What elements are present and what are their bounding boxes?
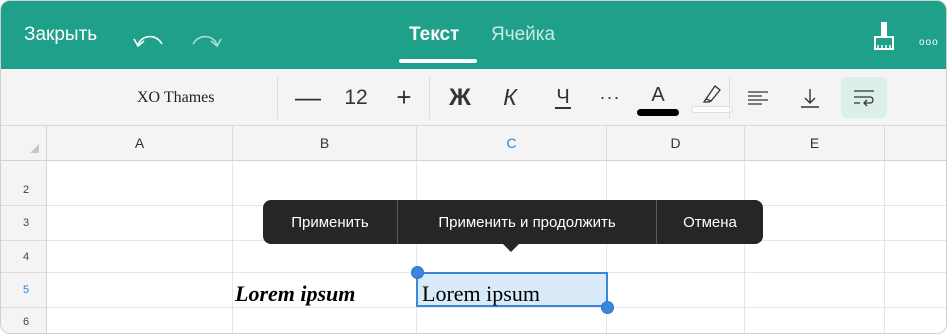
highlight-swatch: [691, 106, 733, 113]
toolbar-divider: [729, 77, 730, 119]
more-formatting-button[interactable]: ···: [595, 69, 625, 126]
select-all-corner[interactable]: [1, 126, 47, 161]
italic-button[interactable]: К: [493, 69, 527, 126]
font-color-swatch: [637, 108, 679, 116]
align-left-button[interactable]: [741, 69, 775, 126]
text-wrap-button[interactable]: [841, 77, 887, 118]
cell-c5-text[interactable]: Lorem ipsum: [422, 281, 540, 307]
font-color-letter: A: [651, 83, 665, 106]
decrease-font-size-button[interactable]: —: [293, 69, 323, 126]
row-header-5[interactable]: 5: [1, 273, 47, 308]
row-number: 4: [23, 250, 30, 263]
underline-button[interactable]: Ч: [546, 69, 580, 126]
row-gridline: [47, 307, 946, 308]
column-gridline: [744, 161, 745, 333]
underline-glyph: Ч: [555, 85, 571, 109]
top-bar: Закрыть Текст Ячейка ooo: [1, 1, 946, 69]
column-header-c[interactable]: C: [417, 126, 607, 161]
undo-icon[interactable]: [132, 31, 166, 53]
toolbar-divider: [277, 77, 278, 119]
font-name-button[interactable]: XO Thames: [137, 89, 214, 107]
apply-and-continue-button[interactable]: Применить и продолжить: [397, 200, 657, 244]
tab-text[interactable]: Текст: [409, 24, 459, 46]
align-bottom-icon: [801, 88, 819, 108]
column-header-f[interactable]: [885, 126, 946, 161]
spreadsheet-editor: Закрыть Текст Ячейка ooo XO Thames — 12 …: [0, 0, 947, 334]
text-wrap-icon: [854, 89, 874, 106]
close-button[interactable]: Закрыть: [24, 24, 97, 46]
column-header-e[interactable]: E: [745, 126, 885, 161]
column-header-b[interactable]: B: [233, 126, 417, 161]
increase-font-size-button[interactable]: +: [389, 69, 419, 126]
row-number: 6: [23, 315, 30, 328]
tab-cell[interactable]: Ячейка: [491, 24, 555, 46]
row-header-3[interactable]: 3: [1, 206, 47, 241]
row-number: 2: [23, 184, 30, 196]
row-number: 3: [23, 217, 30, 229]
active-tab-indicator: [399, 59, 477, 63]
format-toolbar: XO Thames — 12 + Ж К Ч ··· A: [1, 69, 946, 126]
highlighter-icon: [702, 85, 721, 103]
column-gridline: [884, 161, 885, 333]
toolbar-divider: [429, 77, 430, 119]
bold-button[interactable]: Ж: [443, 69, 477, 126]
apply-button[interactable]: Применить: [263, 200, 397, 244]
cell-b5[interactable]: Lorem ipsum: [235, 281, 355, 307]
selection-handle-top-left[interactable]: [411, 266, 424, 279]
column-header-a[interactable]: A: [47, 126, 233, 161]
redo-icon[interactable]: [189, 31, 223, 53]
selection-handle-bottom-right[interactable]: [601, 301, 614, 314]
row-header-6[interactable]: 6: [1, 308, 47, 333]
align-left-icon: [748, 90, 768, 105]
row-header-4[interactable]: 4: [1, 241, 47, 273]
popup-pointer: [502, 243, 520, 252]
font-color-button[interactable]: A: [635, 69, 681, 126]
row-number: 5: [23, 284, 30, 296]
paint-brush-icon[interactable]: [873, 21, 895, 51]
column-gridline: [232, 161, 233, 333]
column-header-d[interactable]: D: [607, 126, 745, 161]
more-icon[interactable]: ooo: [919, 37, 939, 48]
align-bottom-button[interactable]: [793, 69, 827, 126]
column-gridline: [416, 161, 417, 333]
row-header-2[interactable]: 2: [1, 161, 47, 206]
cancel-button[interactable]: Отмена: [657, 200, 763, 244]
font-size-value[interactable]: 12: [339, 69, 373, 126]
edit-popup-menu: Применить Применить и продолжить Отмена: [263, 200, 763, 244]
